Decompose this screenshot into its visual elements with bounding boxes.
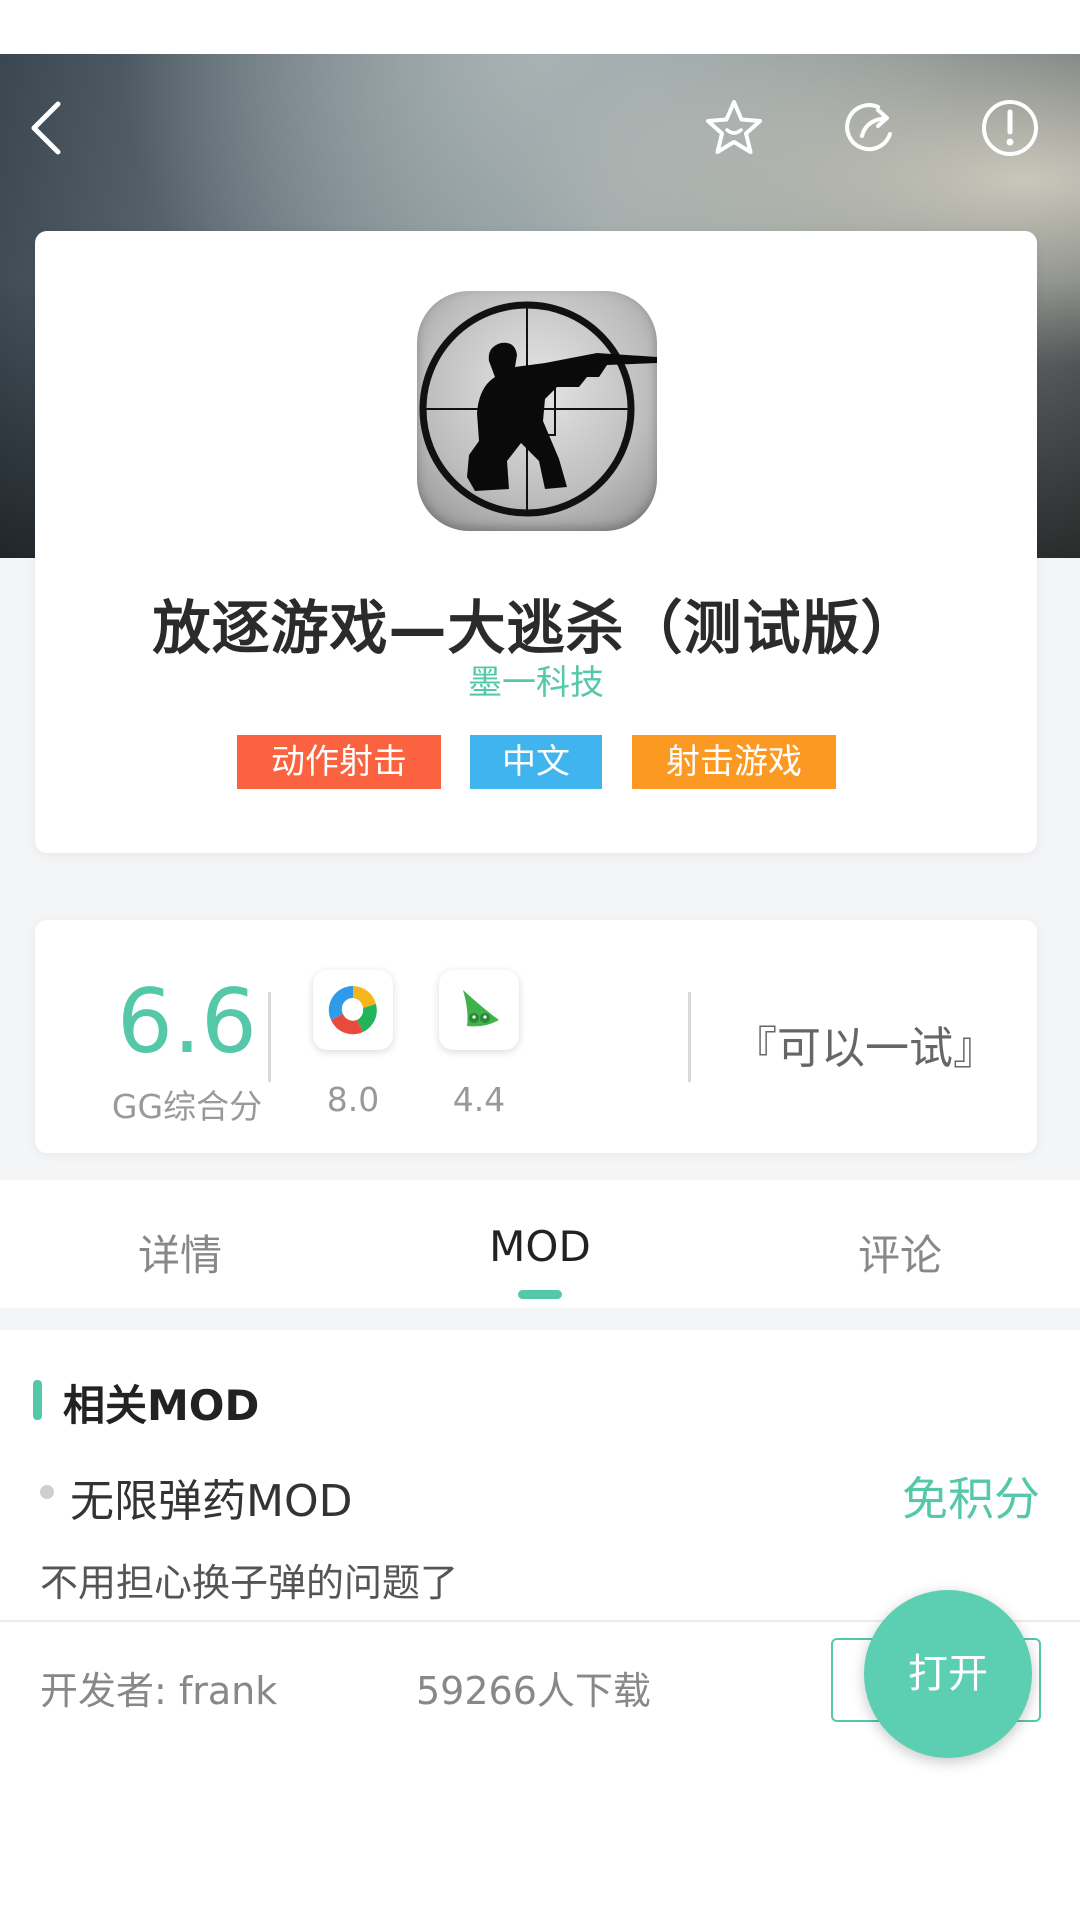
sniper-scope-icon — [419, 301, 657, 517]
tab-bar: 详情 MOD 评论 — [0, 1180, 1080, 1308]
report-icon[interactable] — [978, 96, 1042, 160]
app-info-card: 放逐游戏—大逃杀（测试版） 墨一科技 动作射击 中文 射击游戏 — [35, 231, 1037, 853]
overall-score: 6.6 — [117, 970, 257, 1073]
mod-downloads: 59266人下载 — [416, 1669, 651, 1713]
app-icon — [417, 291, 657, 531]
store-icon-color-ring[interactable] — [313, 970, 393, 1050]
tag-shooting-game[interactable]: 射击游戏 — [632, 735, 836, 789]
back-icon[interactable] — [18, 96, 82, 160]
favorite-star-icon[interactable] — [702, 96, 766, 160]
tag-action-shooting[interactable]: 动作射击 — [237, 735, 441, 789]
app-developer-link[interactable]: 墨一科技 — [35, 655, 1037, 704]
mod-developer: 开发者: frank — [40, 1669, 278, 1713]
section-accent-bar — [33, 1380, 42, 1420]
overall-score-label: GG综合分 — [111, 1087, 263, 1126]
store-icon-green-pea[interactable] — [439, 970, 519, 1050]
divider — [688, 992, 691, 1082]
store-score: 8.0 — [326, 1080, 380, 1119]
divider — [268, 992, 271, 1082]
tag-language[interactable]: 中文 — [470, 735, 602, 789]
mod-name[interactable]: 无限弹药MOD — [70, 1465, 352, 1529]
tab-details[interactable]: 详情 — [60, 1222, 300, 1283]
mod-price: 免积分 — [902, 1472, 1040, 1526]
page-background — [0, 1760, 1080, 1920]
section-title: 相关MOD — [63, 1381, 260, 1430]
share-icon[interactable] — [840, 96, 904, 160]
status-bar — [0, 0, 1080, 54]
tab-mod[interactable]: MOD — [420, 1222, 660, 1271]
open-button[interactable]: 打开 — [864, 1590, 1032, 1758]
tab-comments[interactable]: 评论 — [780, 1222, 1020, 1283]
rating-card: 6.6 GG综合分 8.0 4.4 『可以一试』 — [35, 920, 1037, 1153]
mod-description: 不用担心换子弹的问题了 — [40, 1561, 459, 1605]
store-score: 4.4 — [452, 1080, 506, 1119]
app-title: 放逐游戏—大逃杀（测试版） — [152, 594, 920, 662]
bullet-dot — [40, 1485, 54, 1499]
tab-active-indicator — [518, 1290, 562, 1299]
verdict-text: 『可以一试』 — [733, 1023, 997, 1074]
